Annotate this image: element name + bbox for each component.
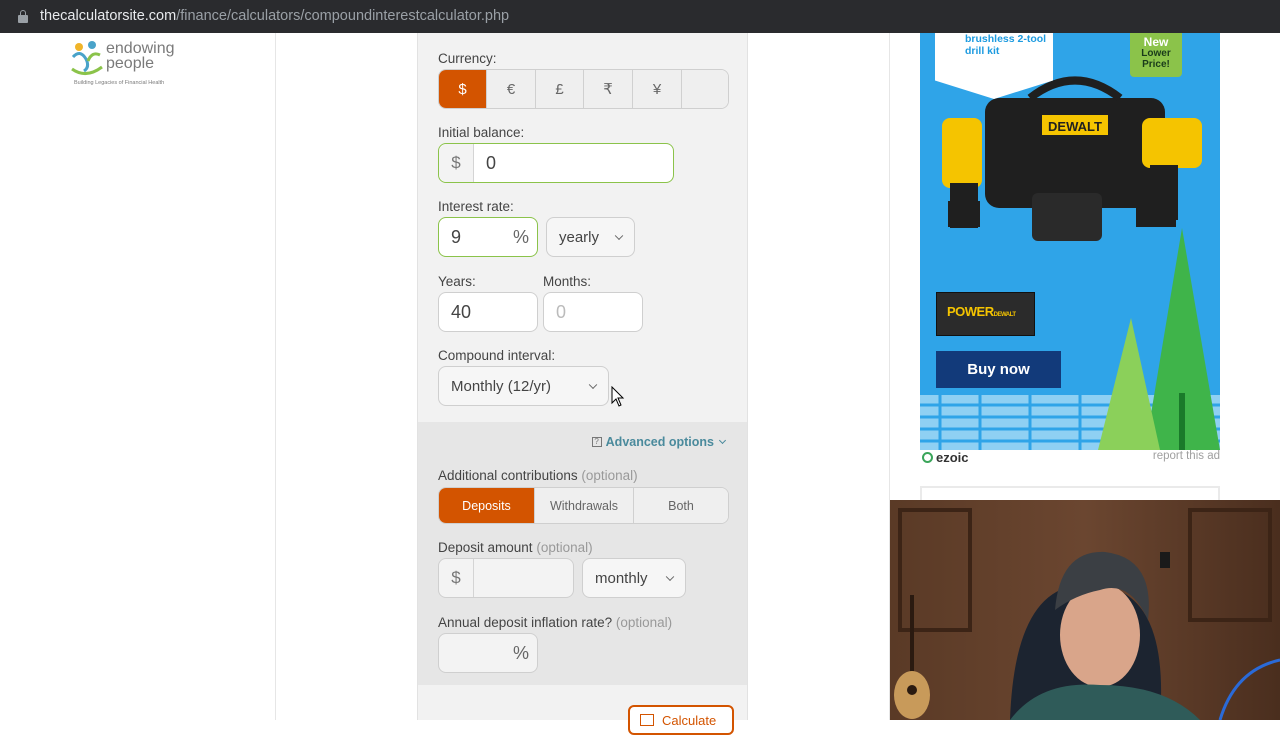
withdrawals-tab[interactable]: Withdrawals <box>535 488 634 523</box>
inflation-rate-field[interactable]: % <box>438 633 538 673</box>
lock-icon <box>18 10 28 23</box>
site-logo[interactable]: endowing people Building Legacies of Fin… <box>70 37 200 87</box>
left-sidebar: endowing people Building Legacies of Fin… <box>0 33 276 720</box>
initial-balance-prefix: $ <box>439 144 474 182</box>
years-label: Years: <box>438 274 476 289</box>
calculate-button[interactable]: Calculate <box>628 705 734 735</box>
currency-selector: $ € £ ₹ ¥ <box>438 69 729 109</box>
deposit-period-select[interactable]: monthly <box>582 558 686 598</box>
ad-buy-now-button[interactable]: Buy now <box>936 351 1061 388</box>
interest-period-select[interactable]: yearly <box>546 217 635 257</box>
deposit-amount-label: Deposit amount (optional) <box>438 540 593 555</box>
optional-text: (optional) <box>615 615 673 630</box>
contributions-label-text: Additional contributions <box>438 468 578 483</box>
ad-product-tag-text: brushless 2-tool drill kit <box>965 33 1046 57</box>
deposits-tab[interactable]: Deposits <box>439 488 535 523</box>
both-tab[interactable]: Both <box>634 488 728 523</box>
advertisement[interactable]: DEWALT brushless 2-tool drill kit New Lo… <box>920 33 1220 450</box>
compound-interest-calculator: Currency: $ € £ ₹ ¥ Initial balance: $ 0… <box>417 33 748 735</box>
ad-power-text: POWERDEWALT <box>947 304 1016 319</box>
calculator-icon <box>640 714 654 726</box>
logo-name: endowing people <box>106 40 175 72</box>
report-ad-link[interactable]: report this ad <box>1153 450 1220 462</box>
currency-jpy-button[interactable]: ¥ <box>633 70 682 108</box>
webcam-overlay <box>890 500 1280 720</box>
ezoic-icon <box>922 452 933 463</box>
interest-rate-label: Interest rate: <box>438 199 514 214</box>
ad-price-badge: New Lower Price! <box>1130 33 1182 77</box>
browser-address-bar[interactable]: thecalculatorsite.com/finance/calculator… <box>0 0 1280 33</box>
ad-tag-line1: brushless 2-tool <box>965 33 1047 45</box>
chevron-down-icon <box>614 231 624 241</box>
webcam-image <box>890 500 1280 720</box>
ad-badge-new: New <box>1143 35 1169 49</box>
logo-name-line1: endowing <box>106 40 175 57</box>
calculate-label: Calculate <box>662 712 717 728</box>
ad-power-logo: POWERDEWALT <box>936 292 1035 336</box>
compound-interval-label: Compound interval: <box>438 348 556 363</box>
ezoic-badge[interactable]: ezoic <box>922 450 969 465</box>
initial-balance-field[interactable]: $ 0 <box>438 143 674 183</box>
deposit-amount-label-text: Deposit amount <box>438 540 533 555</box>
months-label: Months: <box>543 274 592 289</box>
advanced-options-link[interactable]: ? Advanced options <box>591 435 727 449</box>
interest-rate-suffix: % <box>512 226 529 247</box>
currency-inr-button[interactable]: ₹ <box>584 70 633 108</box>
logo-name-line2: people <box>106 55 155 72</box>
years-value: 40 <box>451 301 472 322</box>
deposit-prefix: $ <box>439 559 474 597</box>
inflation-rate-label: Annual deposit inflation rate? (optional… <box>438 615 672 630</box>
currency-gbp-button[interactable]: £ <box>536 70 584 108</box>
url-path: /finance/calculators/compoundinterestcal… <box>176 8 510 24</box>
chevron-down-icon <box>665 572 675 582</box>
advanced-options-label: Advanced options <box>605 435 714 449</box>
deposit-period-value: monthly <box>595 569 648 587</box>
currency-other-button[interactable] <box>682 70 728 108</box>
ad-badge-lower: Lower <box>1141 48 1171 59</box>
interest-rate-field[interactable]: 9 % <box>438 217 538 257</box>
interest-period-value: yearly <box>559 228 600 246</box>
initial-balance-label: Initial balance: <box>438 125 525 140</box>
interest-rate-value: 9 <box>451 226 462 247</box>
chevron-down-icon <box>718 436 727 445</box>
url-text[interactable]: thecalculatorsite.com/finance/calculator… <box>40 8 509 24</box>
compound-interval-value: Monthly (12/yr) <box>451 377 552 395</box>
ad-footer: ezoic report this ad <box>920 450 1220 466</box>
currency-usd-button[interactable]: $ <box>439 70 487 108</box>
url-domain: thecalculatorsite.com <box>40 8 177 24</box>
months-field[interactable]: 0 <box>543 292 643 332</box>
ezoic-label: ezoic <box>936 450 969 465</box>
help-icon: ? <box>591 437 602 447</box>
svg-text:DEWALT: DEWALT <box>1048 119 1102 134</box>
ad-badge-price: Price! <box>1142 59 1170 70</box>
years-field[interactable]: 40 <box>438 292 538 332</box>
initial-balance-value: 0 <box>486 152 497 173</box>
inflation-rate-label-text: Annual deposit inflation rate? <box>438 615 613 630</box>
deposit-amount-field[interactable]: $ <box>438 558 574 598</box>
currency-eur-button[interactable]: € <box>487 70 536 108</box>
contribution-type-selector: Deposits Withdrawals Both <box>438 487 729 524</box>
optional-text: (optional) <box>581 468 638 483</box>
contributions-label: Additional contributions (optional) <box>438 468 638 483</box>
inflation-rate-suffix: % <box>512 642 529 663</box>
mouse-cursor-icon <box>611 386 625 407</box>
logo-tagline: Building Legacies of Financial Health <box>74 80 165 86</box>
logo-mark-icon <box>71 41 103 75</box>
compound-interval-select[interactable]: Monthly (12/yr) <box>438 366 609 406</box>
optional-text: (optional) <box>536 540 593 555</box>
months-placeholder: 0 <box>556 301 567 322</box>
ad-tag-line2: drill kit <box>965 45 1000 57</box>
chevron-down-icon <box>588 380 598 390</box>
currency-label: Currency: <box>438 51 497 66</box>
